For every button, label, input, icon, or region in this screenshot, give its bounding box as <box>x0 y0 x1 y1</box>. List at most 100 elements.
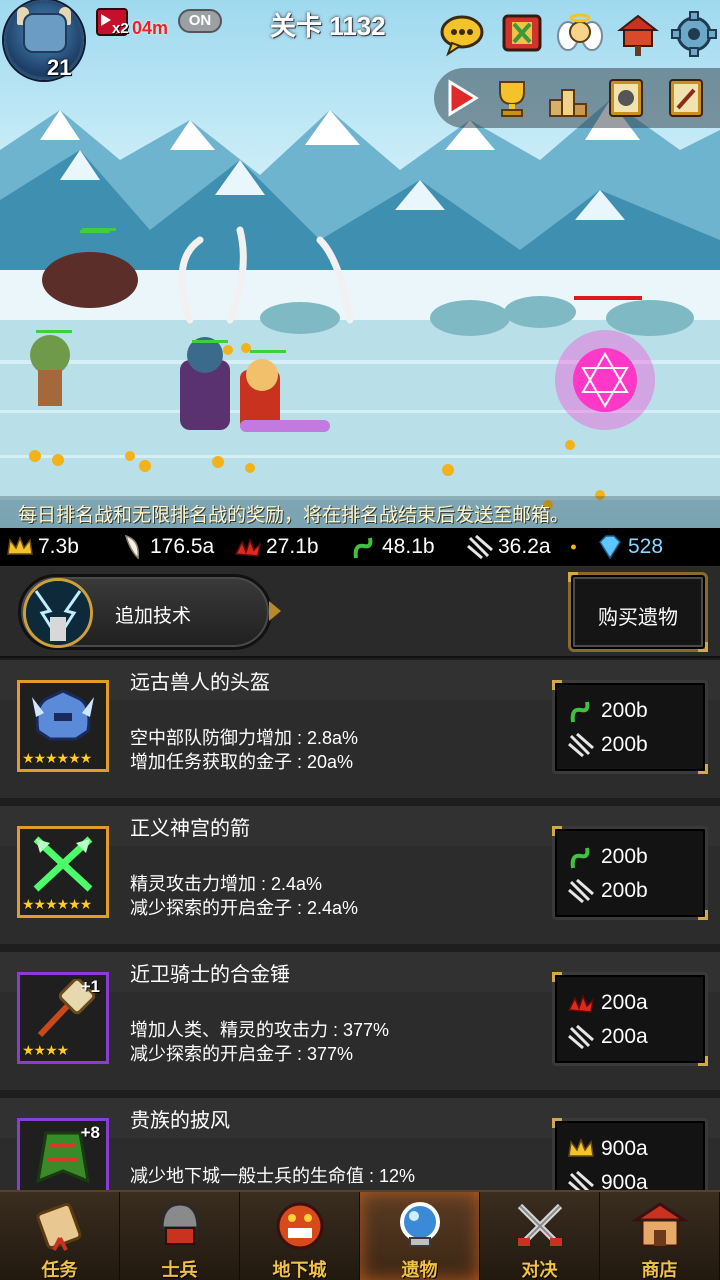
guild-button[interactable] <box>498 10 546 58</box>
crossed-swords-icon <box>517 1203 563 1246</box>
nav-label: 任务 <box>41 1260 78 1280</box>
add-tech-label: 追加技术 <box>115 606 192 627</box>
auto-toggle[interactable]: ON <box>178 9 222 33</box>
buy-relic-label: 购买遗物 <box>598 607 678 629</box>
fast-forward-icon <box>101 14 111 26</box>
bottom-nav: 任务 士兵 地下城 遗物 对决 商店 <box>0 1190 720 1280</box>
resource-value: 7.3b <box>38 535 79 558</box>
nav-tab-dungeon[interactable]: 地下城 <box>240 1192 360 1280</box>
tool-panel <box>434 68 720 128</box>
relic-item[interactable]: 正义神宫的箭 ★★★★★★ 精灵攻击力增加 : 2.4a% 减少探索的开启金子 … <box>0 806 720 944</box>
relic-icon-frame[interactable]: +1 ★★★★ <box>17 972 109 1064</box>
upgrade-cost-button[interactable]: 200a 200a <box>552 972 708 1066</box>
monster-face-icon <box>276 1202 324 1250</box>
relic-item[interactable]: 远古兽人的头盔 ★★★★★★ 空中部队防御力增加 : 2.8a% 增加任务获取的… <box>0 660 720 798</box>
trophy-button[interactable] <box>490 76 534 120</box>
resource-value: 36.2a <box>498 535 551 558</box>
relic-item[interactable]: 近卫骑士的合金锤 +1 ★★★★ 增加人类、精灵的攻击力 : 377% 减少探索… <box>0 952 720 1090</box>
player-avatar[interactable]: 21 <box>4 0 84 80</box>
crown-icon <box>7 535 33 555</box>
relic-effect-1: 精灵攻击力增加 : 2.4a% <box>130 874 323 894</box>
mailbox-button[interactable] <box>614 10 662 58</box>
unit-hp-bar <box>36 330 72 333</box>
relic-effect-1: 空中部队防御力增加 : 2.8a% <box>130 728 359 748</box>
relic-icon-frame[interactable]: ★★★★★★ <box>17 826 109 918</box>
enemy-hp-bar <box>82 228 116 231</box>
relic-icon-frame[interactable]: +8 <box>17 1118 109 1190</box>
speed-boost-button[interactable]: x2 <box>96 8 129 37</box>
nav-label: 地下城 <box>272 1260 327 1280</box>
angel-button[interactable] <box>556 10 604 58</box>
upgrade-cost-button[interactable]: 200b 200b <box>552 680 708 774</box>
resource-tooth: 176.5a <box>118 532 214 562</box>
news-ticker: 每日排名战和无限排名战的奖励，将在排名战结束后发送至邮箱。 <box>0 496 720 528</box>
chat-button[interactable] <box>438 10 486 58</box>
resource-crown: 7.3b <box>6 532 79 562</box>
diamond-icon <box>599 535 621 560</box>
cost-value: 200b <box>601 845 648 868</box>
claw-icon <box>568 1170 594 1190</box>
crown-icon <box>568 1137 594 1157</box>
crossed-arrows-icon <box>33 836 93 892</box>
book-helmet-icon <box>609 79 643 117</box>
player-level: 21 <box>47 55 72 80</box>
relic-icon-frame[interactable]: ★★★★★★ <box>17 680 109 772</box>
green-vine-icon <box>353 537 373 559</box>
nav-tab-relics[interactable]: 遗物 <box>360 1192 480 1280</box>
viking-face-icon <box>23 13 67 53</box>
soldier-helmet-icon <box>160 1202 200 1245</box>
speed-multiplier: x2 <box>112 20 129 37</box>
relic-item[interactable]: 贵族的披风 +8 减少地下城一般士兵的生命值 : 12% 900a 900a <box>0 1098 720 1190</box>
boss-hp-bar <box>574 296 642 300</box>
unit-hp-bar <box>192 340 228 343</box>
hero-book-button[interactable] <box>604 76 648 120</box>
claw-icon <box>568 1024 594 1050</box>
cost-value: 900a <box>601 1137 648 1160</box>
orb-relic-icon <box>400 1202 440 1247</box>
scroll-icon <box>36 1202 82 1251</box>
stage-title: 关卡 1132 <box>270 11 386 41</box>
cost-value: 200b <box>601 733 648 756</box>
upgrade-level: +8 <box>80 1123 100 1142</box>
shop-icon <box>632 1202 688 1248</box>
item-book-button[interactable] <box>664 76 708 120</box>
replay-button[interactable] <box>440 76 484 120</box>
gear-icon <box>671 11 717 57</box>
relic-action-bar: 追加技术 购买遗物 <box>0 566 720 658</box>
relic-effect-1: 减少地下城一般士兵的生命值 : 12% <box>130 1166 416 1186</box>
nav-tab-soldiers[interactable]: 士兵 <box>120 1192 240 1280</box>
upgrade-level: +1 <box>80 977 100 996</box>
gold-coin-icon <box>571 544 576 550</box>
upgrade-cost-button[interactable]: 900a 900a <box>552 1118 708 1190</box>
battle-scene[interactable]: 21 x2 04m ON 关卡 1132 每日排名战和无限排名战的奖励，将在排名… <box>0 0 720 528</box>
star-rating: ★★★★★★ <box>22 750 92 766</box>
relic-effect-2: 减少探索的开启金子 : 2.4a% <box>130 898 359 918</box>
ranking-button[interactable] <box>546 76 590 120</box>
buy-relic-button[interactable]: 购买遗物 <box>568 572 708 652</box>
resource-claw: 36.2a <box>466 532 551 562</box>
arrow-right-icon <box>269 601 281 621</box>
lightning-tower-icon <box>23 578 93 648</box>
podium-icon <box>549 89 587 117</box>
claw-icon <box>568 732 594 758</box>
resource-diamond[interactable]: 528 <box>596 532 663 562</box>
upgrade-cost-button[interactable]: 200b 200b <box>552 826 708 920</box>
nav-tab-shop[interactable]: 商店 <box>600 1192 720 1280</box>
nav-tab-quest[interactable]: 任务 <box>0 1192 120 1280</box>
cost-value: 200a <box>601 1025 648 1048</box>
speed-timer: 04m <box>132 18 169 38</box>
relic-list[interactable]: 远古兽人的头盔 ★★★★★★ 空中部队防御力增加 : 2.8a% 增加任务获取的… <box>0 658 720 1190</box>
resource-value: 176.5a <box>150 535 215 558</box>
add-tech-button[interactable]: 追加技术 <box>18 574 281 650</box>
nav-tab-duel[interactable]: 对决 <box>480 1192 600 1280</box>
ticker-text: 每日排名战和无限排名战的奖励，将在排名战结束后发送至邮箱。 <box>18 505 570 526</box>
resource-vine: 48.1b <box>350 532 435 562</box>
unit-hp-bar <box>250 350 286 353</box>
star-rating: ★★★★★★ <box>22 896 92 912</box>
cost-value: 200b <box>601 879 648 902</box>
relic-name: 贵族的披风 <box>130 1110 230 1132</box>
relic-effect-2: 增加任务获取的金子 : 20a% <box>130 752 354 772</box>
resource-bar: 7.3b 176.5a 27.1b 48.1b 36.2a 528 <box>0 528 720 566</box>
settings-button[interactable] <box>670 10 718 58</box>
tooth-icon <box>124 534 139 560</box>
